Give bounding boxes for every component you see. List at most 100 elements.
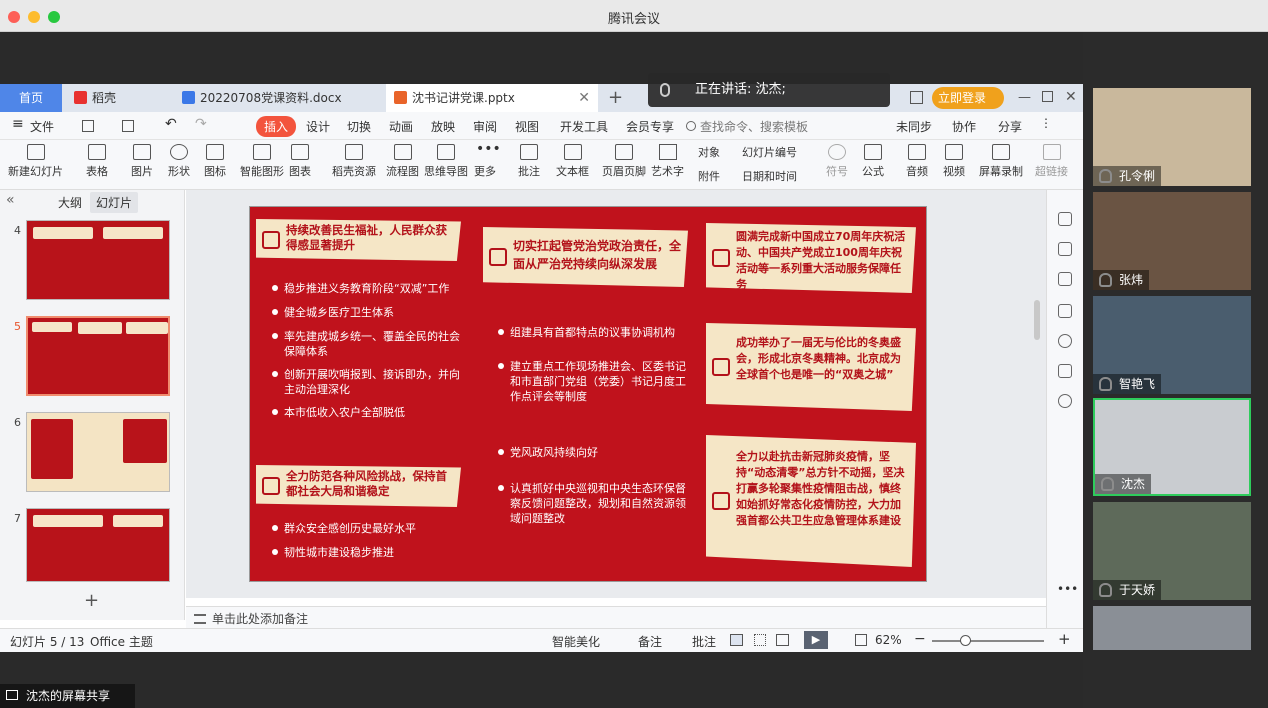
minimize-icon[interactable]: — (1018, 90, 1031, 105)
command-search[interactable]: 查找命令、搜索模板 (700, 118, 808, 135)
slide-number-button[interactable]: 幻灯片编号 (742, 144, 797, 160)
location-icon[interactable] (1058, 394, 1072, 408)
tab-pptx[interactable]: 沈书记讲党课.pptx ✕ (386, 84, 598, 112)
header-footer-button[interactable]: 页眉页脚 (602, 144, 646, 179)
reading-view-icon[interactable] (776, 634, 789, 646)
beautify-button[interactable]: 智能美化 (552, 633, 600, 650)
participant-tile[interactable]: 于天娇 (1093, 502, 1251, 600)
participant-tile[interactable] (1093, 606, 1251, 650)
audio-button[interactable]: 音频 (906, 144, 928, 179)
comment-label: 批注 (518, 165, 540, 178)
menu-animation[interactable]: 动画 (389, 118, 413, 135)
slide-thumbnail[interactable] (26, 412, 170, 492)
hyperlink-button[interactable]: 超链接 (1035, 144, 1068, 179)
normal-view-icon[interactable] (730, 634, 743, 646)
participant-tile[interactable]: 孔令俐 (1093, 88, 1251, 186)
settings-sliders-icon[interactable] (1058, 242, 1072, 256)
menu-developer[interactable]: 开发工具 (560, 118, 608, 135)
redo-icon[interactable]: ↷ (195, 116, 207, 132)
more-button[interactable]: ••• 更多 (474, 142, 501, 179)
menu-transition[interactable]: 切换 (347, 118, 371, 135)
share-button[interactable]: 分享 (998, 118, 1022, 135)
notes-button[interactable]: 备注 (638, 633, 662, 650)
icon-label: 图标 (204, 165, 226, 178)
picture-button[interactable]: 图片 (131, 144, 153, 179)
sorter-view-icon[interactable] (754, 634, 766, 646)
hyperlink-label: 超链接 (1035, 165, 1068, 178)
tab-outline[interactable]: 大纲 (58, 194, 82, 211)
login-button[interactable]: 立即登录 (932, 87, 1004, 109)
mindmap-button[interactable]: 思维导图 (424, 144, 468, 179)
menu-design[interactable]: 设计 (306, 118, 330, 135)
daoke-resource-button[interactable]: 稻壳资源 (332, 144, 376, 179)
card-head-text: 成功举办了一届无与伦比的冬奥盛会，形成北京冬奥精神。北京成为全球首个也是唯一的“… (736, 336, 901, 381)
new-tab-button[interactable]: + (600, 84, 623, 112)
ai-tool-icon[interactable] (1058, 212, 1072, 226)
textbox-button[interactable]: 文本框 (556, 144, 589, 179)
copy-icon[interactable] (1058, 304, 1072, 318)
add-slide-button[interactable]: + (84, 590, 99, 611)
tab-docx[interactable]: 20220708党课资料.docx (174, 84, 384, 112)
screen-record-button[interactable]: 屏幕录制 (979, 144, 1023, 179)
menu-member[interactable]: 会员专享 (626, 118, 674, 135)
slide-thumbnail[interactable] (26, 220, 170, 300)
close-app-icon[interactable]: ✕ (1065, 89, 1077, 105)
slide-thumbnail[interactable] (26, 508, 170, 582)
datetime-button[interactable]: 日期和时间 (742, 168, 797, 184)
restore-icon[interactable] (1042, 91, 1053, 102)
more-icon[interactable]: ⋮ (1040, 116, 1052, 130)
more-icon[interactable]: ••• (1057, 582, 1078, 596)
smartart-button[interactable]: 智能图形 (240, 144, 284, 179)
zoom-slider-handle[interactable] (960, 635, 971, 646)
collab-button[interactable]: 协作 (952, 118, 976, 135)
comment-button[interactable]: 批注 (518, 144, 540, 179)
title-bar: 腾讯会议 (0, 0, 1268, 32)
formula-button[interactable]: 公式 (862, 144, 884, 179)
participant-tile[interactable]: 智艳飞 (1093, 296, 1251, 394)
sync-status[interactable]: 未同步 (896, 118, 932, 135)
slide-thumbnail-current[interactable] (26, 316, 170, 396)
notes-area[interactable]: 单击此处添加备注 (186, 606, 1046, 628)
grid-view-icon[interactable] (910, 91, 923, 104)
menu-insert[interactable]: 插入 (256, 116, 297, 137)
play-button[interactable]: ▶ (804, 631, 828, 649)
object-button[interactable]: 对象 (698, 144, 720, 160)
vertical-scrollbar[interactable] (1034, 300, 1040, 340)
table-button[interactable]: 表格 (86, 144, 108, 179)
menu-review[interactable]: 审阅 (473, 118, 497, 135)
tab-slides[interactable]: 幻灯片 (90, 192, 139, 213)
video-button[interactable]: 视频 (943, 144, 965, 179)
wordart-button[interactable]: 艺术字 (651, 144, 684, 179)
help-icon[interactable] (1058, 334, 1072, 348)
image-tool-icon[interactable] (1058, 364, 1072, 378)
print-icon[interactable] (122, 120, 134, 132)
formula-label: 公式 (862, 165, 884, 178)
shape-button[interactable]: 形状 (168, 144, 190, 179)
chart-button[interactable]: 图表 (289, 144, 311, 179)
slide-canvas[interactable]: 持续改善民生福祉，人民群众获得感显著提升 稳步推进义务教育阶段“双减”工作 健全… (186, 190, 1046, 598)
zoom-slider[interactable] (932, 640, 1044, 642)
participant-tile-active[interactable]: 沈杰 (1093, 398, 1251, 496)
pin-icon[interactable] (1058, 272, 1072, 286)
zoom-level[interactable]: 62% (875, 633, 902, 647)
fit-icon[interactable] (855, 634, 867, 646)
menu-file[interactable]: 文件 (30, 118, 54, 135)
flowchart-button[interactable]: 流程图 (386, 144, 419, 179)
icon-button[interactable]: 图标 (204, 144, 226, 179)
menu-slideshow[interactable]: 放映 (431, 118, 455, 135)
close-tab-icon[interactable]: ✕ (578, 84, 590, 112)
tab-home[interactable]: 首页 (0, 84, 62, 112)
zoom-out-button[interactable]: − (914, 631, 926, 647)
zoom-in-button[interactable]: + (1058, 630, 1071, 648)
undo-icon[interactable]: ↶ (165, 116, 177, 132)
attachment-button[interactable]: 附件 (698, 168, 720, 184)
collapse-panel-icon[interactable]: « (6, 192, 15, 208)
comment-toggle[interactable]: 批注 (692, 633, 716, 650)
menu-view[interactable]: 视图 (515, 118, 539, 135)
hamburger-icon[interactable]: ≡ (12, 116, 24, 132)
symbol-button[interactable]: 符号 (826, 144, 848, 179)
tab-daoke[interactable]: 稻壳 (66, 84, 170, 112)
new-slide-button[interactable]: 新建幻灯片 (8, 144, 63, 179)
participant-tile[interactable]: 张炜 (1093, 192, 1251, 290)
save-icon[interactable] (82, 120, 94, 132)
